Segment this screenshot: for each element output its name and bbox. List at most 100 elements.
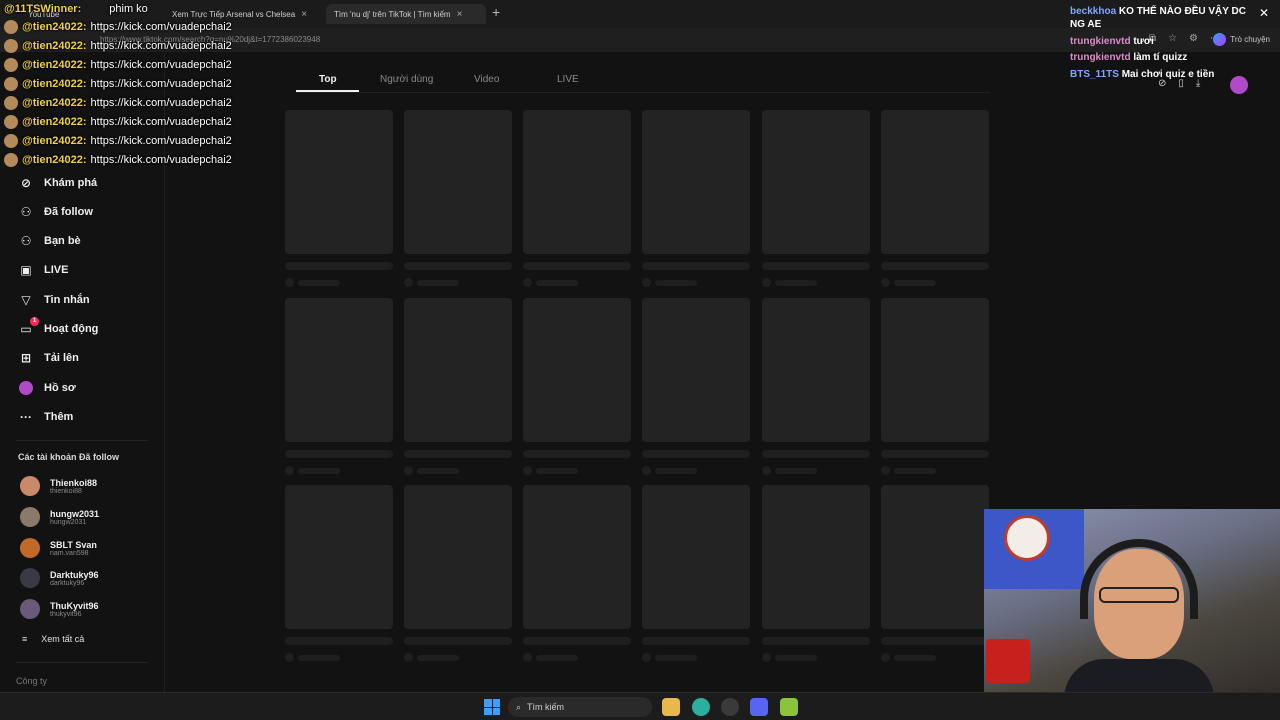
file-explorer-icon[interactable] [662, 698, 680, 716]
account-handle: darktuky96 [50, 579, 85, 587]
following-account[interactable]: Darktuky96 darktuky96 [20, 564, 99, 592]
sidebar-item-label: Tin nhắn [44, 294, 90, 306]
avatar [20, 568, 40, 588]
chat-text: https://kick.com/vuadepchai2 [90, 21, 232, 33]
compass-icon: ⊘ [20, 176, 32, 190]
edge-browser-icon[interactable] [692, 698, 710, 716]
upload-icon: ⊞ [20, 351, 32, 365]
discord-icon[interactable] [750, 698, 768, 716]
app-icon[interactable] [780, 698, 798, 716]
download-icon[interactable]: ⤓ [1196, 78, 1200, 89]
chat-message: @tien24022: https://kick.com/vuadepchai2 [4, 151, 232, 169]
tab-users[interactable]: Người dùng [380, 74, 433, 85]
account-handle: thukyvit96 [50, 610, 82, 618]
company-link[interactable]: Công ty [16, 676, 47, 686]
notification-badge: 1 [30, 317, 39, 326]
close-tab-icon[interactable]: × [301, 9, 307, 20]
search-icon: ⌕ [516, 701, 522, 712]
tab-top[interactable]: Top [319, 74, 337, 85]
loading-card [881, 298, 989, 475]
loading-card [285, 110, 393, 287]
following-account[interactable]: SBLT Svan nam.van598 [20, 534, 97, 562]
chat-avatar [4, 20, 18, 34]
tab-tiktok-search[interactable]: Tìm 'nu dj' trên TikTok | Tìm kiếm × [326, 4, 486, 24]
close-tab-icon[interactable]: × [457, 9, 463, 20]
profile-avatar[interactable] [1230, 76, 1248, 94]
loading-card [642, 110, 750, 287]
loading-card [523, 110, 631, 287]
chat-username: @tien24022: [22, 154, 87, 166]
chat-text: https://kick.com/vuadepchai2 [90, 135, 232, 147]
following-account[interactable]: hungw2031 hungw2031 [20, 503, 99, 531]
loading-card [404, 298, 512, 475]
chat-avatar [4, 96, 18, 110]
copilot-icon[interactable] [1213, 33, 1226, 46]
search-placeholder: Tìm kiếm [527, 702, 565, 712]
loading-card [404, 110, 512, 287]
loading-card [285, 298, 393, 475]
sidebar-item-activity[interactable]: ▭ 1 Hoạt động [18, 317, 98, 339]
sidebar-item-live[interactable]: ▣ LIVE [18, 260, 68, 280]
chat-avatar [4, 77, 18, 91]
chat-message: @tien24022: https://kick.com/vuadepchai2 [4, 94, 232, 112]
sidebar-item-profile[interactable]: Hồ sơ [18, 378, 76, 398]
sidebar-item-friends[interactable]: ⚇ Bạn bè [18, 231, 81, 251]
account-name: hungw2031 [50, 508, 100, 519]
chat-text: https://kick.com/vuadepchai2 [90, 97, 232, 109]
header-actions: ⊘ ▯ ⤓ [1158, 78, 1200, 89]
chat-username: @tien24022: [22, 21, 87, 33]
following-account[interactable]: ThuKyvit96 thukyvit96 [20, 595, 99, 623]
close-icon[interactable]: ✕ [1259, 6, 1269, 20]
account-handle: thienkoi88 [50, 487, 82, 495]
chat-message: NG AE [1070, 19, 1101, 30]
see-all-label: Xem tất cả [41, 634, 85, 644]
active-tab-indicator [296, 90, 359, 92]
device-icon[interactable]: ▯ [1178, 78, 1184, 89]
chat-message: @11TSWinner: phim ko [4, 0, 148, 18]
loading-card [762, 110, 870, 287]
divider [16, 662, 148, 663]
sidebar-item-following[interactable]: ⚇ Đã follow [18, 202, 93, 222]
new-tab-icon[interactable]: + [492, 4, 500, 20]
chat-message: @tien24022: https://kick.com/vuadepchai2 [4, 56, 232, 74]
account-handle: hungw2031 [50, 518, 87, 526]
loading-card [523, 298, 631, 475]
start-icon[interactable] [484, 699, 500, 715]
tab-video[interactable]: Video [474, 74, 499, 85]
chat-text: KO THỂ NÀO ĐỀU VẬY DC [1118, 6, 1246, 17]
extensions-icon[interactable]: ⚙ [1189, 33, 1198, 44]
obs-icon[interactable] [721, 698, 739, 716]
chat-message: beckkhoa KO THỂ NÀO ĐỀU VẬY DC [1070, 6, 1246, 17]
chat-username: @tien24022: [22, 97, 87, 109]
chat-text: https://kick.com/vuadepchai2 [90, 154, 232, 166]
chat-avatar [4, 134, 18, 148]
loading-card [881, 485, 989, 662]
tab-live[interactable]: LIVE [557, 74, 579, 85]
search-tabs: Top Người dùng Video LIVE [296, 68, 990, 93]
copilot-label[interactable]: Trò chuyện [1230, 35, 1270, 44]
account-name: Thienkoi88 [50, 477, 98, 488]
clock-icon [1004, 515, 1050, 561]
sidebar-item-more[interactable]: ··· Thêm [18, 407, 73, 427]
account-handle: nam.van598 [50, 549, 89, 557]
divider [16, 440, 148, 441]
chat-message: @tien24022: https://kick.com/vuadepchai2 [4, 113, 232, 131]
following-account[interactable]: Thienkoi88 thienkoi88 [20, 472, 97, 500]
sidebar-item-label: Khám phá [44, 177, 98, 189]
taskbar-search[interactable]: ⌕ Tìm kiếm [508, 697, 652, 717]
taskbar: ⌕ Tìm kiếm [0, 692, 1280, 720]
avatar [20, 507, 40, 527]
favorites-icon[interactable]: ☆ [1168, 33, 1177, 44]
send-icon[interactable]: ⊘ [1158, 78, 1166, 89]
profile-icon [18, 380, 34, 396]
following-accounts-title: Các tài khoản Đã follow [18, 452, 120, 462]
sidebar-item-label: Đã follow [44, 206, 93, 218]
account-name: ThuKyvit96 [50, 600, 99, 611]
loading-card [523, 485, 631, 662]
chat-message: @tien24022: https://kick.com/vuadepchai2 [4, 37, 232, 55]
sidebar-item-messages[interactable]: ▽ Tin nhắn [18, 290, 90, 310]
chat-username: beckkhoa [1070, 6, 1117, 17]
see-all-button[interactable]: ≡ Xem tất cả [22, 634, 84, 644]
sidebar-item-upload[interactable]: ⊞ Tải lên [18, 348, 79, 368]
sidebar-item-explore[interactable]: ⊘ Khám phá [18, 173, 97, 193]
